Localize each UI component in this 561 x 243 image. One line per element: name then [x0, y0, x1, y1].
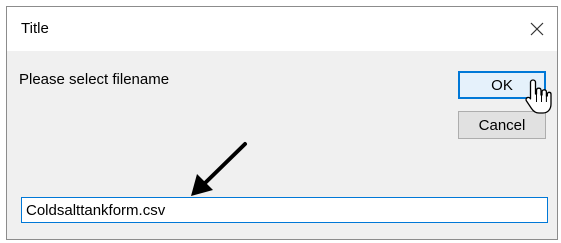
window-title: Title: [21, 20, 49, 37]
close-icon: [530, 22, 544, 36]
close-button[interactable]: [517, 7, 557, 51]
hand-pointer-icon: [525, 79, 552, 114]
title-bar: Title: [7, 7, 557, 51]
arrow-annotation-icon: [191, 142, 247, 196]
prompt-label: Please select filename: [19, 71, 170, 88]
filename-input[interactable]: [21, 197, 548, 223]
